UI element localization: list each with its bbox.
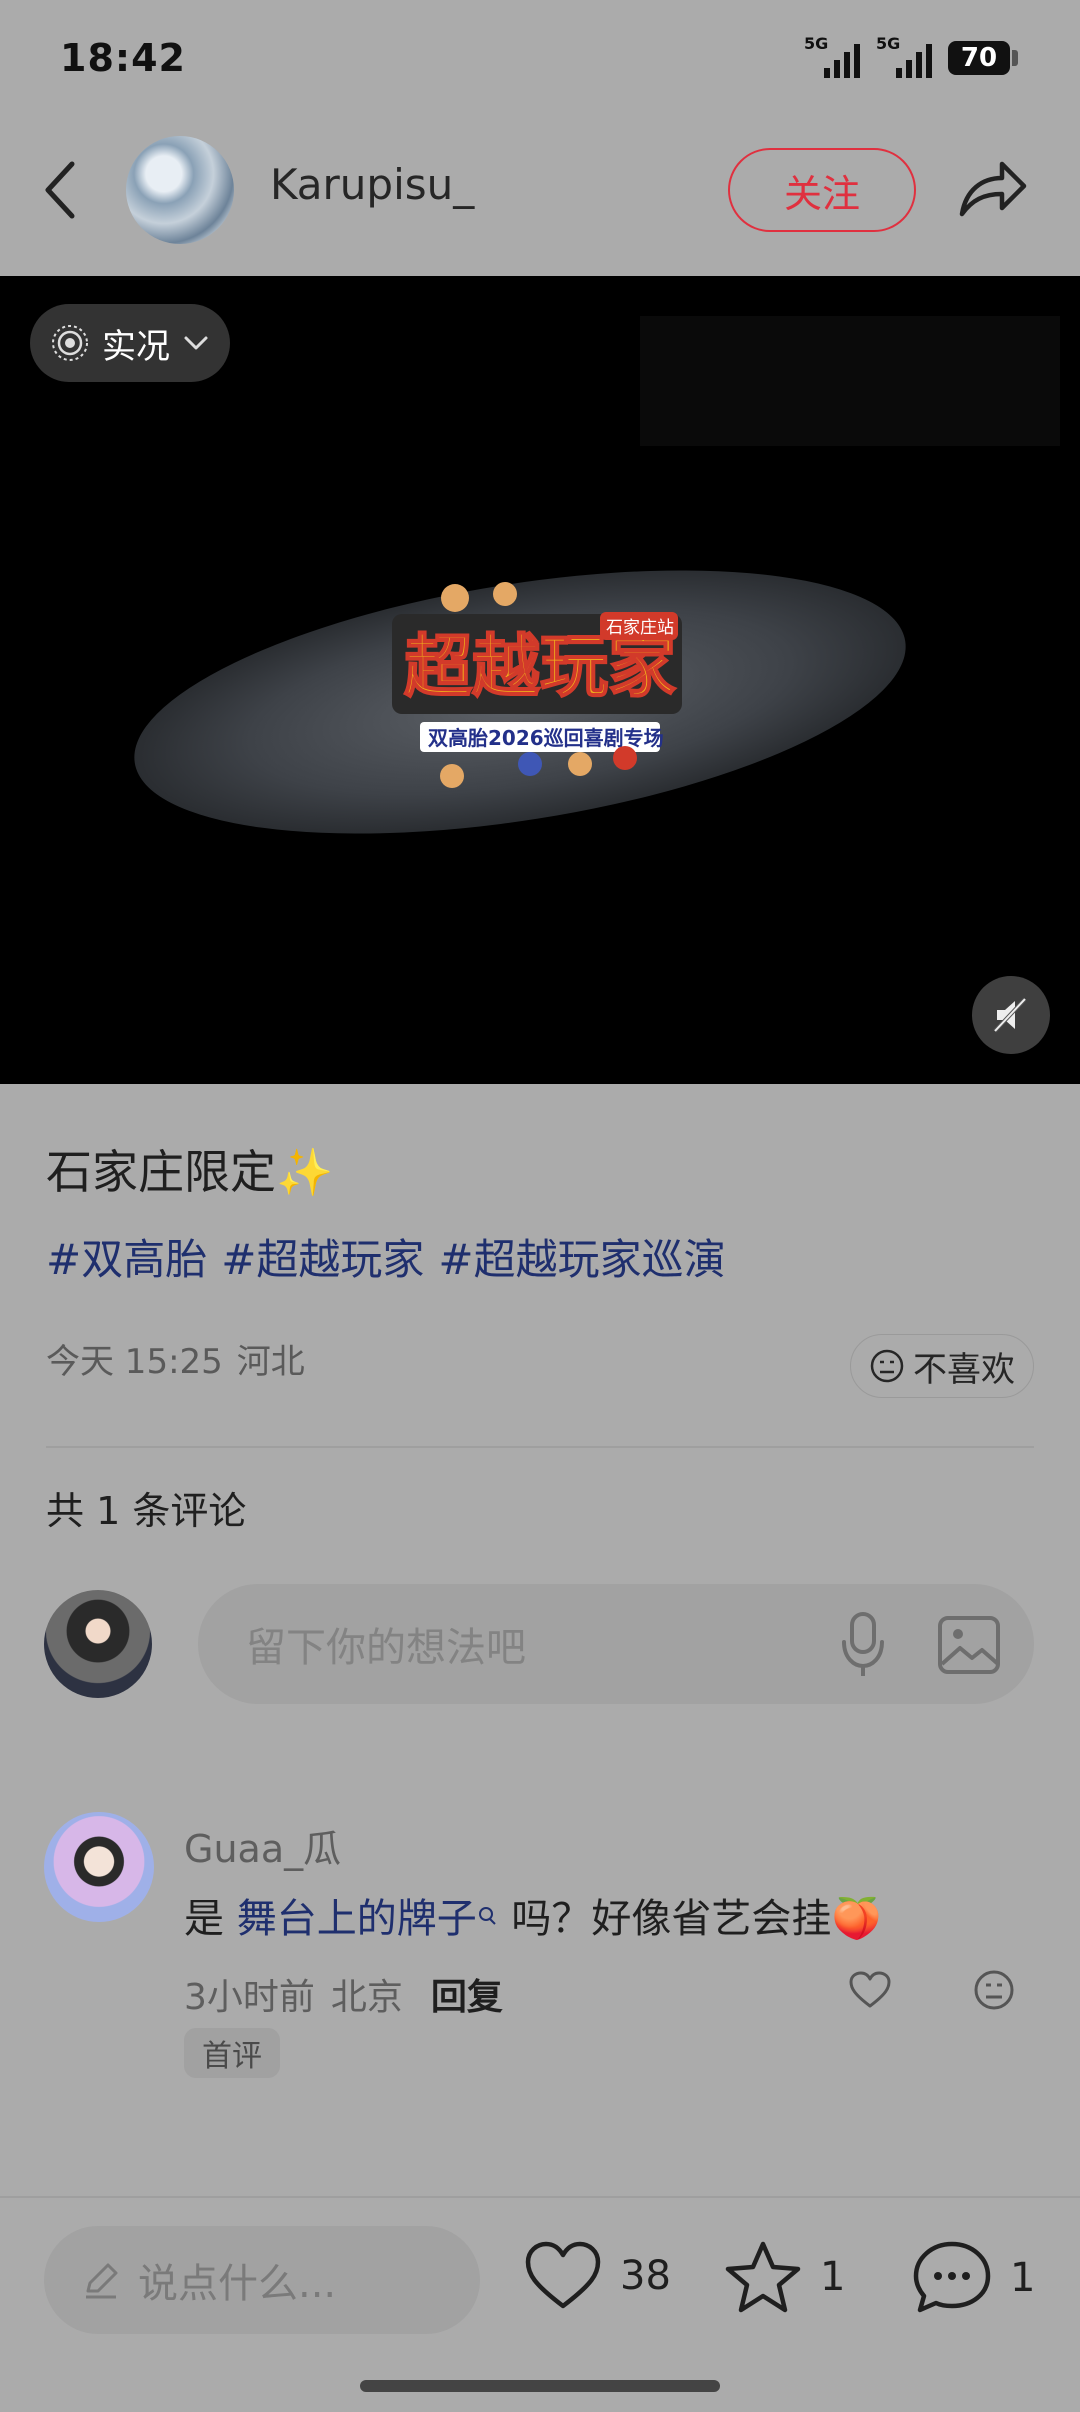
like-count: 38 (620, 2253, 671, 2299)
signal-icon: 5G (804, 34, 860, 78)
follow-button[interactable]: 关注 (728, 148, 916, 232)
search-link[interactable]: 舞台上的牌子 (237, 1896, 477, 1942)
signal-icon: 5G (876, 34, 932, 78)
mute-button[interactable] (972, 976, 1050, 1054)
chevron-down-icon (184, 336, 208, 350)
live-icon (52, 325, 88, 361)
hashtag[interactable]: #超越玩家巡演 (438, 1226, 725, 1287)
stage-photo: 超越玩家 石家庄站 双高胎2026巡回喜剧专场 (134, 316, 1060, 834)
svg-text:石家庄站: 石家庄站 (606, 618, 674, 638)
chat-bubble-icon (913, 2241, 991, 2313)
pencil-icon (86, 2263, 118, 2299)
live-label: 实况 (102, 326, 170, 367)
comment-count: 共 1 条评论 (46, 1489, 247, 1533)
comment-button[interactable]: 1 (912, 2240, 1035, 2316)
hashtag[interactable]: #超越玩家 (221, 1226, 424, 1287)
post-location: 河北 (236, 1342, 305, 1382)
first-comment-badge: 首评 (184, 2028, 280, 2078)
comment-time: 3小时前 (184, 1977, 315, 2018)
share-icon[interactable] (956, 152, 1030, 222)
post-meta: 今天 15:25 河北 (46, 1334, 305, 1383)
svg-text:双高胎2026巡回喜剧专场: 双高胎2026巡回喜剧专场 (428, 726, 664, 750)
heart-icon[interactable] (848, 1970, 892, 2010)
live-photo-toggle[interactable]: 实况 (30, 304, 230, 382)
post-title: 石家庄限定✨ (46, 1145, 334, 1199)
divider (46, 1446, 1034, 1448)
comment-input[interactable]: 留下你的想法吧 (198, 1584, 1034, 1704)
comment-text: 是 舞台上的牌子 吗？好像省艺会挂🍑 (184, 1896, 882, 1942)
comment-count-bottom: 1 (1010, 2255, 1036, 2301)
say-something-placeholder: 说点什么... (138, 2261, 337, 2307)
favorite-button[interactable]: 1 (724, 2240, 845, 2314)
reply-button[interactable]: 回复 (431, 1968, 503, 2020)
say-something-input[interactable]: 说点什么... (44, 2226, 480, 2334)
home-indicator[interactable] (360, 2380, 720, 2392)
speaker-muted-icon (993, 997, 1027, 1033)
author-avatar[interactable] (126, 136, 234, 244)
neutral-face-icon[interactable] (972, 1968, 1016, 2012)
status-time: 18:42 (60, 36, 186, 80)
commenter-avatar[interactable] (44, 1812, 154, 1922)
favorite-count: 1 (820, 2254, 846, 2300)
status-icons: 5G 5G 70 (804, 34, 1018, 78)
commenter-name[interactable]: Guaa_瓜 (184, 1818, 341, 1873)
neutral-face-icon (870, 1349, 904, 1383)
microphone-icon[interactable] (838, 1610, 888, 1680)
image-icon[interactable] (936, 1614, 1002, 1676)
comment-location: 北京 (330, 1977, 403, 2018)
hashtag-list: #双高胎 #超越玩家 #超越玩家巡演 (46, 1226, 726, 1287)
comment-meta: 3小时前 北京 回复 (184, 1968, 503, 2020)
battery-icon: 70 (948, 41, 1018, 75)
author-name[interactable]: Karupisu_ (270, 160, 474, 209)
search-icon (478, 1907, 496, 1925)
back-icon[interactable] (40, 158, 80, 222)
media-viewer[interactable]: 超越玩家 石家庄站 双高胎2026巡回喜剧专场 (0, 276, 1080, 1084)
my-avatar (44, 1590, 152, 1698)
divider (0, 2196, 1080, 2198)
like-button[interactable]: 38 (524, 2240, 671, 2312)
star-icon (725, 2241, 801, 2313)
heart-icon (525, 2241, 601, 2309)
dislike-label: 不喜欢 (913, 1349, 1015, 1390)
emoji-sticker: 🍑 (831, 1896, 882, 1942)
post-time: 今天 15:25 (46, 1342, 223, 1382)
dislike-button[interactable]: 不喜欢 (850, 1334, 1034, 1398)
hashtag[interactable]: #双高胎 (46, 1226, 207, 1287)
